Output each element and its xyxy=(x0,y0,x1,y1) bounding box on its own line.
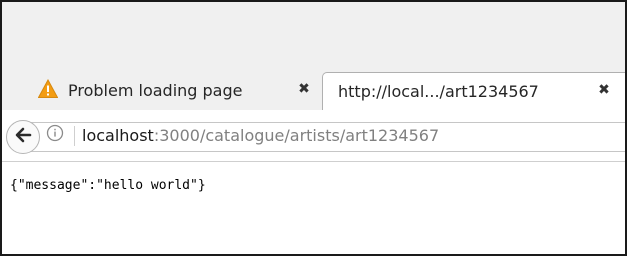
json-response-text: {"message":"hello world"} xyxy=(10,178,206,193)
close-icon[interactable]: ✖ xyxy=(594,80,614,100)
tab-label: Problem loading page xyxy=(68,81,243,100)
back-arrow-icon xyxy=(13,125,33,149)
url-host: localhost xyxy=(82,126,154,145)
url-text[interactable]: localhost:3000/catalogue/artists/art1234… xyxy=(82,126,439,145)
url-separator xyxy=(74,126,75,146)
page-content: {"message":"hello world"} xyxy=(2,163,625,254)
tab-label: http://local.../art1234567 xyxy=(338,82,539,101)
tab-problem-loading-page[interactable]: Problem loading page ✖ xyxy=(24,72,327,110)
tab-strip: Problem loading page ✖ http://local.../a… xyxy=(2,2,625,111)
back-button[interactable] xyxy=(6,120,40,154)
warning-icon xyxy=(37,78,59,99)
url-path: :3000/catalogue/artists/art1234567 xyxy=(153,126,440,145)
tab-active-localhost[interactable]: http://local.../art1234567 ✖ xyxy=(322,72,625,111)
browser-window: Problem loading page ✖ http://local.../a… xyxy=(0,0,627,256)
navigation-bar: localhost:3000/catalogue/artists/art1234… xyxy=(2,110,625,162)
close-icon[interactable]: ✖ xyxy=(294,79,314,99)
info-icon[interactable] xyxy=(46,124,64,142)
